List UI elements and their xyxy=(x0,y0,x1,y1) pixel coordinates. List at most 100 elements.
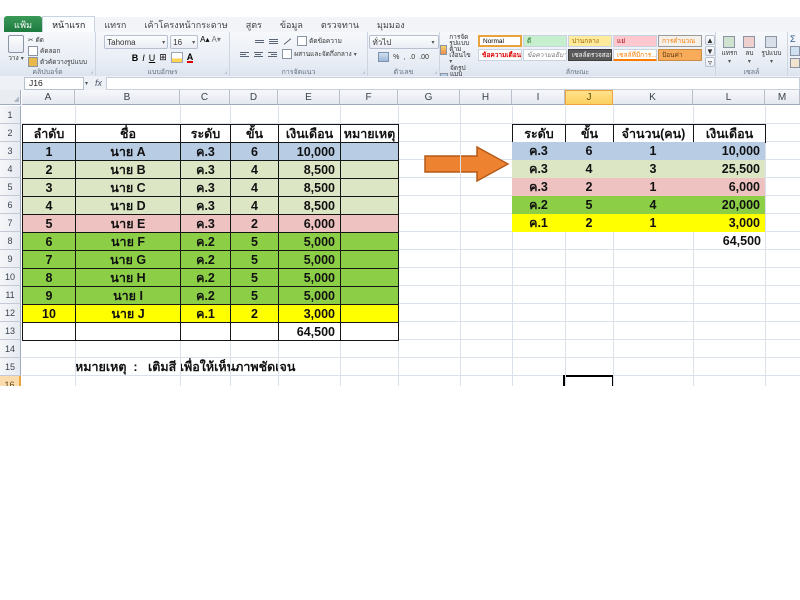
left-table-cell[interactable]: ค.2 xyxy=(181,251,231,269)
right-table-cell[interactable]: 1 xyxy=(613,142,693,160)
left-table-cell[interactable]: ค.2 xyxy=(181,233,231,251)
left-table-cell[interactable]: 4 xyxy=(23,197,76,215)
left-table-cell[interactable]: ค.2 xyxy=(181,287,231,305)
column-header-F[interactable]: F xyxy=(340,90,398,105)
left-table-cell[interactable]: 6,000 xyxy=(279,215,341,233)
right-table-header-cell[interactable]: ขั้น xyxy=(566,125,614,143)
autosum-button[interactable]: Σ xyxy=(790,34,796,44)
column-header-G[interactable]: G xyxy=(398,90,460,105)
right-table-cell[interactable]: 2 xyxy=(565,178,613,196)
left-table-cell[interactable]: 6 xyxy=(23,233,76,251)
ribbon-tab[interactable]: ข้อมูล xyxy=(271,17,312,32)
row-header-7[interactable]: 7 xyxy=(0,214,21,232)
left-table-cell[interactable] xyxy=(341,233,399,251)
percent-style-button[interactable]: % xyxy=(393,54,399,61)
right-table-header-cell[interactable]: ระดับ xyxy=(513,125,566,143)
left-table-cell[interactable]: ค.2 xyxy=(181,269,231,287)
font-color-button[interactable]: A xyxy=(187,53,194,63)
select-all-corner[interactable]: ◢ xyxy=(0,90,21,105)
left-table-cell[interactable]: 4 xyxy=(231,161,279,179)
left-table-cell[interactable]: 5 xyxy=(231,251,279,269)
row-header-16[interactable]: 16 xyxy=(0,376,21,386)
left-table-cell[interactable]: ค.3 xyxy=(181,161,231,179)
left-table-cell[interactable]: 2 xyxy=(231,305,279,323)
right-table-cell[interactable]: 1 xyxy=(613,178,693,196)
format-painter-button[interactable]: ตัวคัดวางรูปแบบ xyxy=(28,57,87,67)
right-table-cell[interactable]: 3 xyxy=(613,160,693,178)
cell-style-chip[interactable]: ป้อนค่า xyxy=(658,49,702,61)
left-table-cell[interactable]: 5,000 xyxy=(279,251,341,269)
left-table-cell[interactable]: 8,500 xyxy=(279,179,341,197)
paste-button[interactable]: วาง▾ xyxy=(8,35,24,67)
grow-font-button[interactable]: A▴ xyxy=(200,35,209,49)
shrink-font-button[interactable]: A▾ xyxy=(212,35,221,49)
row-header-10[interactable]: 10 xyxy=(0,268,21,286)
comma-style-button[interactable]: , xyxy=(403,54,405,61)
left-table-cell[interactable] xyxy=(181,323,231,341)
left-table-cell[interactable]: ค.3 xyxy=(181,179,231,197)
left-table-cell[interactable]: ค.1 xyxy=(181,305,231,323)
right-table-cell[interactable]: 5 xyxy=(565,196,613,214)
left-table-cell[interactable]: เงินเดือน xyxy=(279,125,341,143)
gallery-scroll-down[interactable]: ▼ xyxy=(705,46,715,56)
right-table-cell[interactable]: 4 xyxy=(613,196,693,214)
left-table-cell[interactable]: 5 xyxy=(231,269,279,287)
right-table-cell[interactable]: 6,000 xyxy=(693,178,765,196)
left-table-cell[interactable]: นาย G xyxy=(76,251,181,269)
cell-style-chip[interactable]: ปานกลาง xyxy=(568,35,612,47)
cell-style-chip[interactable]: ข้อความอธิบาย xyxy=(523,49,567,61)
font-size-select[interactable]: 16▾ xyxy=(170,35,198,49)
left-table-cell[interactable] xyxy=(341,287,399,305)
cell-style-chip[interactable]: เซลล์ที่มีการ... xyxy=(613,49,657,61)
left-table-cell[interactable]: นาย H xyxy=(76,269,181,287)
ribbon-tab[interactable]: แทรก xyxy=(95,17,135,32)
format-cells-button[interactable]: รูปแบบ▾ xyxy=(761,36,781,65)
column-header-A[interactable]: A xyxy=(22,90,75,105)
column-header-D[interactable]: D xyxy=(230,90,278,105)
align-left-icon[interactable] xyxy=(240,51,249,58)
row-header-5[interactable]: 5 xyxy=(0,178,21,196)
name-box[interactable]: J16 xyxy=(24,77,84,90)
fill-button[interactable] xyxy=(790,46,800,56)
conditional-formatting-button[interactable]: การจัดรูปแบบตามเงื่อนไข ▾ xyxy=(440,35,475,65)
left-table-cell[interactable] xyxy=(341,215,399,233)
left-table-cell[interactable] xyxy=(341,197,399,215)
row-header-8[interactable]: 8 xyxy=(0,232,21,250)
row-header-6[interactable]: 6 xyxy=(0,196,21,214)
copy-button[interactable]: คัดลอก xyxy=(28,46,87,56)
right-table-cell[interactable]: 3,000 xyxy=(693,214,765,232)
number-dialog-launcher[interactable]: ⌟ xyxy=(434,68,437,75)
merge-center-button[interactable]: ผสานและจัดกึ่งกลาง▾ xyxy=(282,49,356,59)
left-table-cell[interactable]: ค.3 xyxy=(181,197,231,215)
left-table-cell[interactable]: หมายเหตุ xyxy=(341,125,399,143)
left-table-cell[interactable]: นาย J xyxy=(76,305,181,323)
left-table-cell[interactable] xyxy=(341,179,399,197)
cell-style-chip[interactable]: การคำนวณ xyxy=(658,35,702,47)
right-table-total[interactable]: 64,500 xyxy=(693,232,761,250)
left-table-cell[interactable]: 4 xyxy=(231,197,279,215)
cut-button[interactable]: ✂ตัด xyxy=(28,35,87,45)
right-table-cell[interactable]: 25,500 xyxy=(693,160,765,178)
column-header-C[interactable]: C xyxy=(180,90,230,105)
left-table-cell[interactable]: 7 xyxy=(23,251,76,269)
left-table-cell[interactable]: 1 xyxy=(23,143,76,161)
column-header-M[interactable]: M xyxy=(765,90,800,105)
bold-button[interactable]: B xyxy=(132,53,139,63)
left-table-cell[interactable] xyxy=(76,323,181,341)
cell-style-chip[interactable]: Normal xyxy=(478,35,522,47)
left-table-cell[interactable]: 8 xyxy=(23,269,76,287)
left-table-cell[interactable]: ลำดับ xyxy=(23,125,76,143)
italic-button[interactable]: I xyxy=(142,53,145,63)
left-table-cell[interactable] xyxy=(341,161,399,179)
left-table-cell[interactable]: 2 xyxy=(231,215,279,233)
right-table-cell[interactable]: ค.3 xyxy=(512,142,565,160)
right-table-cell[interactable]: 10,000 xyxy=(693,142,765,160)
font-dialog-launcher[interactable]: ⌟ xyxy=(224,68,227,75)
right-table-cell[interactable]: 2 xyxy=(565,214,613,232)
row-header-15[interactable]: 15 xyxy=(0,358,21,376)
row-header-11[interactable]: 11 xyxy=(0,286,21,304)
left-table-cell[interactable]: 64,500 xyxy=(279,323,341,341)
column-header-J[interactable]: J xyxy=(565,90,613,105)
row-header-14[interactable]: 14 xyxy=(0,340,21,358)
column-header-K[interactable]: K xyxy=(613,90,693,105)
